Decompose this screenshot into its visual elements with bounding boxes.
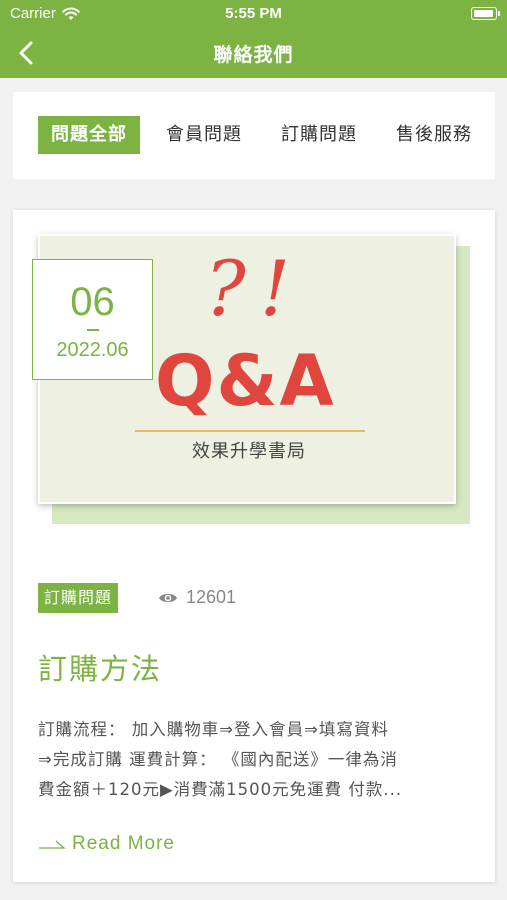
date-day: 06 bbox=[70, 280, 115, 324]
thumbnail-divider bbox=[135, 430, 365, 432]
excerpt-line: 費金額＋120元▶消費滿1500元免運費 付款... bbox=[38, 780, 403, 799]
category-tabs: 問題全部 會員問題 訂購問題 售後服務 bbox=[13, 92, 495, 179]
arrow-right-icon bbox=[39, 840, 66, 849]
date-year-month: 2022.06 bbox=[56, 338, 129, 361]
tab-after-sales[interactable]: 售後服務 bbox=[386, 116, 482, 154]
date-divider bbox=[86, 329, 99, 331]
article-excerpt: 訂購流程： 加入購物車⇒登入會員⇒填寫資料 ⇒完成訂購 運費計算： 《國內配送》… bbox=[38, 715, 478, 805]
eye-icon bbox=[159, 593, 177, 602]
thumbnail-caption: 效果升學書局 bbox=[192, 441, 306, 462]
page-title: 聯絡我們 bbox=[213, 44, 294, 66]
tab-order[interactable]: 訂購問題 bbox=[271, 116, 367, 154]
article-card[interactable]: ?! Q&A 效果升學書局 06 2022.06 訂購問題 12601 訂購方法… bbox=[13, 210, 495, 882]
date-badge: 06 2022.06 bbox=[32, 259, 153, 380]
tab-all[interactable]: 問題全部 bbox=[38, 116, 140, 154]
status-time: 5:55 PM bbox=[225, 5, 282, 22]
battery-icon bbox=[471, 7, 500, 20]
excerpt-line: 訂購流程： 加入購物車⇒登入會員⇒填寫資料 bbox=[38, 720, 389, 739]
category-badge[interactable]: 訂購問題 bbox=[38, 583, 119, 613]
read-more-link[interactable]: Read More bbox=[38, 833, 175, 855]
read-more-label: Read More bbox=[72, 833, 175, 854]
excerpt-line: ⇒完成訂購 運費計算： 《國內配送》一律為消 bbox=[38, 750, 398, 769]
view-count-value: 12601 bbox=[186, 587, 237, 607]
tab-member[interactable]: 會員問題 bbox=[156, 116, 252, 154]
view-count: 12601 bbox=[158, 587, 236, 608]
thumbnail-headline: Q&A bbox=[155, 340, 336, 422]
nav-bar: 聯絡我們 bbox=[0, 28, 507, 78]
thumbnail-marks: ?! bbox=[205, 244, 305, 333]
status-bar: Carrier 5:55 PM bbox=[0, 0, 507, 28]
article-title[interactable]: 訂購方法 bbox=[38, 646, 162, 688]
